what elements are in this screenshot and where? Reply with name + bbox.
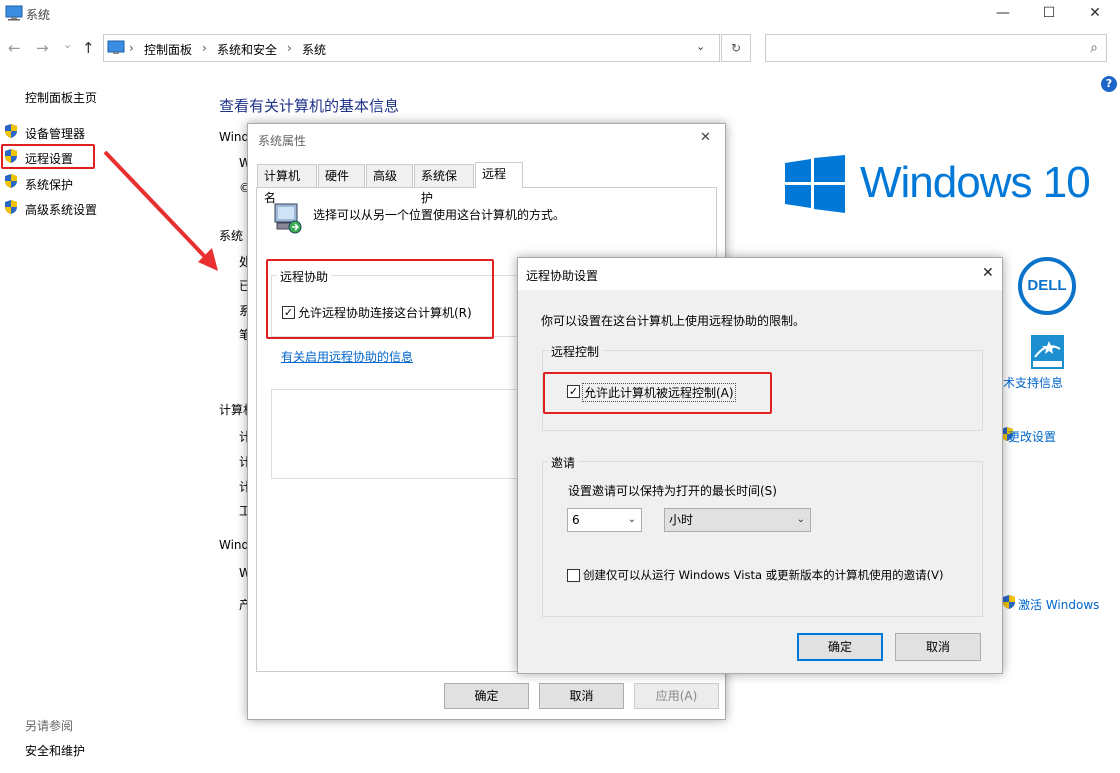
help-icon[interactable]: ? — [1101, 76, 1117, 92]
remote-assistance-settings-dialog: 远程协助设置 ✕ 你可以设置在这台计算机上使用远程协助的限制。 远程控制 ✓ 允… — [517, 257, 1003, 674]
minimize-button[interactable]: — — [980, 0, 1026, 28]
annotation-arrow — [103, 150, 218, 271]
windows-logo-icon — [785, 155, 845, 213]
close-button[interactable]: ✕ — [1072, 0, 1118, 28]
time-value: 6 — [572, 513, 580, 527]
tab-hardware[interactable]: 硬件 — [318, 164, 365, 188]
tab-advanced[interactable]: 高级 — [366, 164, 413, 188]
refresh-button[interactable]: ↻ — [721, 34, 751, 62]
section-label: Wind — [219, 538, 250, 552]
uac-shield-icon — [5, 174, 17, 188]
left-link-security-maintenance[interactable]: 安全和维护 — [25, 742, 85, 759]
apply-button[interactable]: 应用(A) — [634, 683, 719, 709]
invitations-group-title: 邀请 — [548, 454, 579, 471]
left-link-system-protection[interactable]: 系统保护 — [25, 176, 73, 193]
ok-button[interactable]: 确定 — [444, 683, 529, 709]
chevron-down-icon: ⌄ — [796, 514, 805, 525]
invite-time-label: 设置邀请可以保持为打开的最长时间(S) — [568, 484, 777, 498]
back-button[interactable]: ← — [8, 39, 21, 57]
remote-control-group-title: 远程控制 — [548, 343, 603, 360]
search-box[interactable]: ⌕ — [765, 34, 1107, 62]
left-link-advanced-settings[interactable]: 高级系统设置 — [25, 201, 97, 218]
breadcrumb-separator: › — [287, 41, 292, 55]
dell-logo: DELL — [1018, 257, 1076, 315]
section-label: 系统 — [219, 229, 244, 243]
tab-computer-name[interactable]: 计算机名 — [257, 164, 317, 205]
computer-icon — [5, 5, 23, 21]
left-link-device-manager[interactable]: 设备管理器 — [25, 125, 85, 142]
breadcrumb-separator: › — [129, 41, 134, 55]
dialog-title: 远程协助设置 — [526, 269, 599, 283]
highlight-remote-control — [543, 372, 772, 414]
maximize-button[interactable]: ☐ — [1026, 0, 1072, 28]
see-also-heading: 另请参阅 — [25, 719, 74, 733]
uac-shield-icon — [5, 200, 17, 214]
control-panel-home-link[interactable]: 控制面板主页 — [25, 89, 97, 106]
dialog-close-button[interactable]: ✕ — [982, 265, 994, 281]
change-settings-link[interactable]: 更改设置 — [1008, 428, 1056, 445]
tab-strip: 计算机名 硬件 高级 系统保护 远程 — [256, 162, 716, 205]
settings-intro-text: 你可以设置在这台计算机上使用远程协助的限制。 — [541, 314, 806, 328]
ok-button[interactable]: 确定 — [797, 633, 883, 661]
vista-only-label[interactable]: 创建仅可以从运行 Windows Vista 或更新版本的计算机使用的邀请(V) — [583, 567, 944, 583]
forward-button[interactable]: → — [36, 39, 49, 57]
up-button[interactable]: ↑ — [82, 39, 95, 57]
uac-shield-icon — [1003, 595, 1015, 609]
time-unit: 小时 — [669, 513, 694, 527]
search-icon: ⌕ — [1090, 40, 1098, 56]
time-unit-select[interactable]: 小时 ⌄ — [664, 508, 811, 532]
computer-icon — [107, 40, 125, 54]
energy-star-icon — [1031, 335, 1064, 369]
tab-system-protection[interactable]: 系统保护 — [414, 164, 474, 205]
highlight-remote-assistance — [266, 259, 494, 339]
uac-shield-icon — [5, 124, 17, 138]
windows-10-brand: Windows 10 — [860, 158, 1091, 207]
activate-windows-link[interactable]: 激活 Windows — [1018, 596, 1099, 613]
cancel-button[interactable]: 取消 — [539, 683, 624, 709]
recent-dropdown-button[interactable]: ⌄ — [63, 38, 72, 51]
support-info-link[interactable]: 术支持信息 — [1003, 374, 1063, 391]
remote-intro-text: 选择可以从另一个位置使用这台计算机的方式。 — [313, 208, 566, 222]
dialog-close-button[interactable]: ✕ — [700, 130, 711, 145]
breadcrumb-separator: › — [202, 41, 207, 55]
remote-computer-icon — [274, 203, 302, 234]
window-title: 系统 — [26, 8, 51, 22]
vista-only-checkbox[interactable] — [567, 569, 580, 582]
title-bar: 系统 — ☐ ✕ — [0, 0, 1120, 28]
section-label: Wind — [219, 130, 250, 144]
address-bar[interactable]: › 控制面板 › 系统和安全 › 系统 ⌄ — [103, 34, 720, 62]
highlight-remote-settings — [1, 144, 95, 169]
breadcrumb-system-security[interactable]: 系统和安全 — [217, 41, 277, 58]
time-value-select[interactable]: 6 ⌄ — [567, 508, 642, 532]
address-dropdown-button[interactable]: ⌄ — [696, 40, 705, 53]
cancel-button[interactable]: 取消 — [895, 633, 981, 661]
remote-assistance-info-link[interactable]: 有关启用远程协助的信息 — [281, 348, 413, 365]
breadcrumb-control-panel[interactable]: 控制面板 — [144, 41, 192, 58]
dialog-title: 系统属性 — [258, 134, 307, 148]
breadcrumb-system[interactable]: 系统 — [302, 41, 326, 58]
page-title: 查看有关计算机的基本信息 — [219, 97, 400, 115]
tab-remote[interactable]: 远程 — [475, 162, 523, 188]
chevron-down-icon: ⌄ — [627, 514, 636, 525]
